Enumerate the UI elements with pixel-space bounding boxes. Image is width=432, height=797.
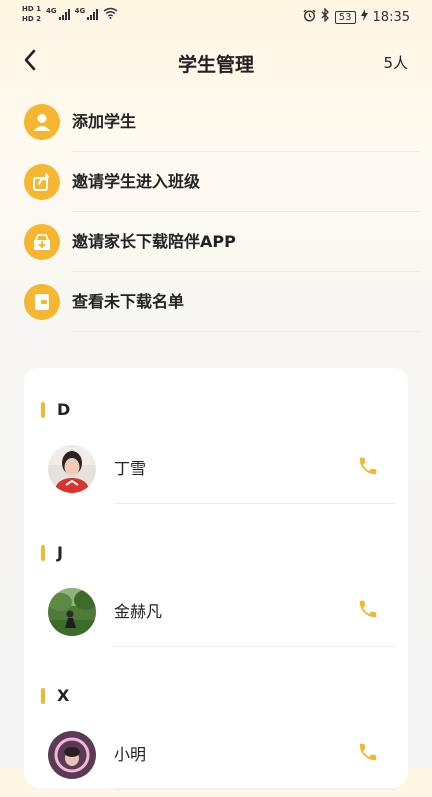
menu-item-invite-student[interactable]: 邀请学生进入班级: [0, 152, 432, 212]
wifi-icon: [103, 7, 118, 22]
group-marker: [41, 545, 45, 561]
clock-time: 18:35: [372, 9, 410, 25]
hd2-label: HD 2: [22, 15, 41, 23]
student-name: 小明: [114, 745, 147, 764]
charging-icon: [360, 9, 368, 25]
download-icon: [24, 224, 60, 260]
group-header: X: [41, 688, 69, 704]
call-button[interactable]: [356, 599, 380, 623]
header: 学生管理 5人: [0, 38, 432, 86]
signal-2-icon: 4G: [75, 8, 99, 20]
menu-item-add-student[interactable]: 添加学生: [0, 92, 432, 152]
student-row[interactable]: 小明: [24, 728, 408, 790]
phone-icon: [357, 741, 379, 767]
alarm-icon: [303, 9, 316, 26]
avatar: [48, 731, 96, 779]
page-title: 学生管理: [177, 54, 254, 76]
student-name: 金赫凡: [114, 602, 163, 621]
group-letter: X: [57, 686, 70, 705]
status-bar: HD 1 HD 2 4G 4G 53 18:35: [0, 0, 432, 34]
student-name: 丁雪: [114, 459, 147, 478]
net2-label: 4G: [74, 7, 86, 15]
phone-icon: [357, 598, 379, 624]
student-list-card: D 丁雪 J 金赫凡 X 小明: [24, 368, 408, 790]
menu-item-label: 邀请家长下载陪伴APP: [72, 232, 236, 251]
student-row[interactable]: 金赫凡: [24, 585, 408, 647]
call-button[interactable]: [356, 742, 380, 766]
avatar: [48, 445, 96, 493]
hd-indicators: HD 1 HD 2: [22, 5, 41, 23]
menu-item-label: 添加学生: [72, 112, 137, 131]
group-letter: J: [57, 543, 63, 562]
list-icon: [24, 284, 60, 320]
menu-item-not-downloaded-list[interactable]: 查看未下载名单: [0, 272, 432, 332]
net1-label: 4G: [45, 7, 57, 15]
menu-item-invite-parent[interactable]: 邀请家长下载陪伴APP: [0, 212, 432, 272]
group-marker: [41, 688, 45, 704]
divider: [114, 646, 396, 647]
group-j: J 金赫凡: [24, 511, 408, 654]
call-button[interactable]: [356, 456, 380, 480]
share-icon: [24, 164, 60, 200]
group-header: D: [41, 402, 70, 418]
group-d: D 丁雪: [24, 368, 408, 511]
status-left: HD 1 HD 2 4G 4G: [22, 5, 118, 23]
menu-item-label: 查看未下载名单: [72, 292, 185, 311]
student-count: 5人: [383, 54, 408, 72]
group-marker: [41, 402, 45, 418]
group-header: J: [41, 545, 63, 561]
status-right: 53 18:35: [303, 7, 410, 26]
phone-icon: [357, 455, 379, 481]
action-menu: 添加学生 邀请学生进入班级 邀请家长下载陪伴APP 查看未下载名单: [0, 92, 432, 332]
group-x: X 小明: [24, 654, 408, 797]
battery-icon: 53: [334, 10, 356, 24]
menu-item-label: 邀请学生进入班级: [72, 172, 201, 191]
divider: [114, 789, 396, 790]
group-letter: D: [57, 400, 71, 419]
student-row[interactable]: 丁雪: [24, 442, 408, 504]
divider: [114, 503, 396, 504]
avatar: [48, 588, 96, 636]
hd1-label: HD 1: [22, 5, 41, 13]
signal-1-icon: 4G: [46, 8, 70, 20]
person-icon: [24, 104, 60, 140]
bluetooth-icon: [321, 7, 330, 26]
divider: [72, 331, 420, 332]
